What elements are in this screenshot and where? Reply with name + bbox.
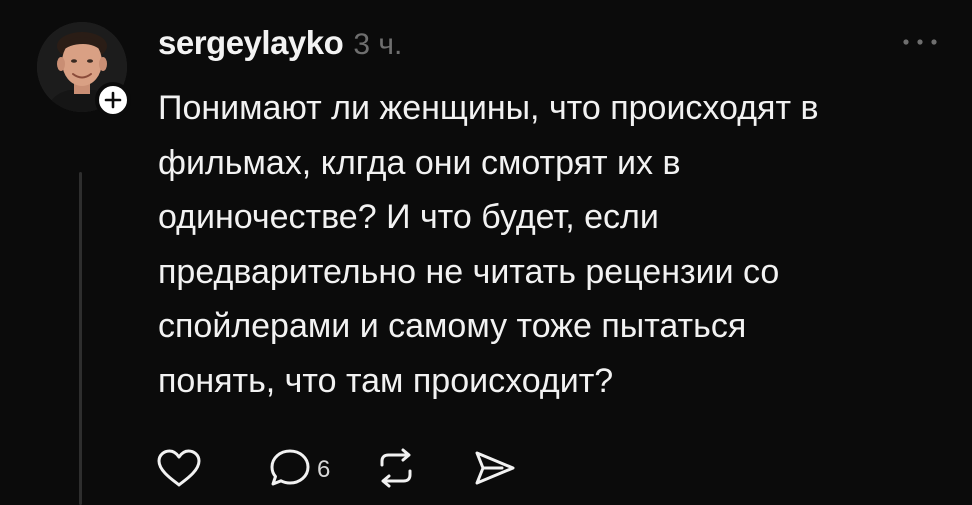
username[interactable]: sergeylayko bbox=[158, 24, 344, 62]
more-options-button[interactable] bbox=[898, 30, 942, 54]
send-icon bbox=[475, 451, 515, 485]
thread-line bbox=[79, 172, 82, 505]
timestamp: 3 ч. bbox=[353, 28, 403, 61]
like-button[interactable] bbox=[156, 448, 202, 488]
heart-icon bbox=[157, 449, 201, 487]
plus-icon bbox=[104, 91, 122, 109]
repost-icon bbox=[380, 448, 412, 488]
avatar-container bbox=[37, 22, 131, 118]
share-button[interactable] bbox=[472, 448, 518, 488]
action-bar: 6 bbox=[156, 446, 518, 490]
thread-post: sergeylayko 3 ч. Понимают ли женщины, чт… bbox=[0, 0, 972, 505]
follow-button[interactable] bbox=[95, 82, 131, 118]
reply-count: 6 bbox=[317, 456, 331, 483]
repost-button[interactable] bbox=[374, 447, 418, 489]
post-header: sergeylayko 3 ч. bbox=[158, 24, 402, 62]
post-text: Понимают ли женщины, что происходят в фи… bbox=[158, 89, 819, 400]
reply-button[interactable]: 6 bbox=[268, 447, 330, 489]
comment-icon bbox=[270, 449, 310, 486]
more-horizontal-icon bbox=[903, 39, 937, 45]
